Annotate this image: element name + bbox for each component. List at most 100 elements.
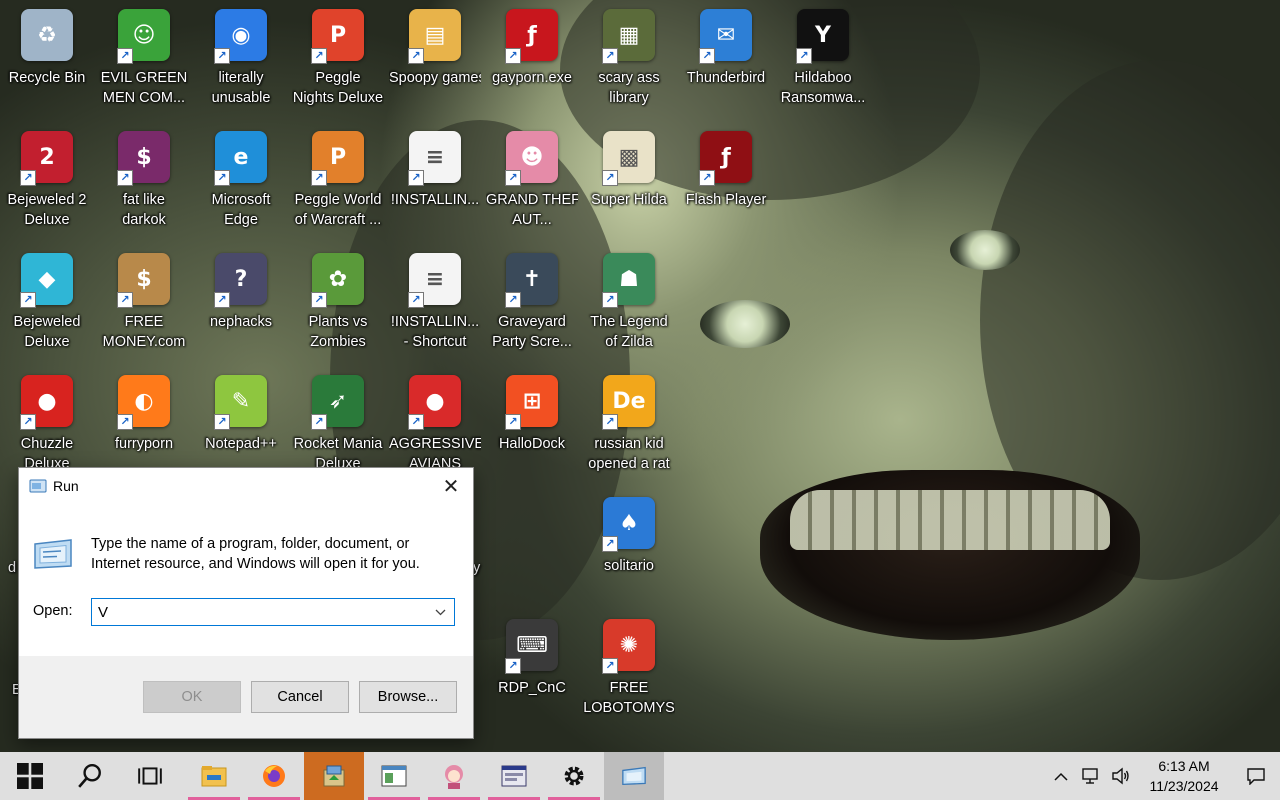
ok-button[interactable]: OK: [143, 681, 241, 713]
recycle-bin-icon: ♻: [18, 6, 76, 64]
peggle-wow-icon: P ↗: [309, 128, 367, 186]
desktop-icon-label: The Legend of Zilda: [590, 314, 668, 350]
desktop-icon-label: Super Hilda: [591, 192, 667, 208]
edge-icon: e ↗: [212, 128, 270, 186]
shortcut-arrow-icon: ↗: [117, 292, 133, 308]
desktop-icon[interactable]: ◆ ↗ Bejeweled Deluxe: [4, 244, 90, 356]
desktop-icon[interactable]: ◐ ↗ furryporn: [101, 366, 187, 478]
desktop-icon[interactable]: $ ↗ fat like darkok: [101, 122, 187, 234]
taskbar-anime-app[interactable]: [424, 752, 484, 800]
desktop-icon[interactable]: ✎ ↗ Notepad++: [198, 366, 284, 478]
desktop-icon[interactable]: ☻↗ GRAND THEFT AUT...: [486, 122, 578, 234]
desktop-icon[interactable]: ♻ Recycle Bin: [4, 0, 90, 112]
network-icon[interactable]: [1076, 752, 1106, 800]
desktop-icon[interactable]: P ↗ Peggle World of Warcraft ...: [295, 122, 381, 234]
open-combobox[interactable]: [91, 598, 455, 626]
start-button[interactable]: [0, 752, 60, 800]
desktop-icon[interactable]: 2 ↗ Bejeweled 2 Deluxe: [4, 122, 90, 234]
search-button[interactable]: [60, 752, 120, 800]
desktop-icon[interactable]: ● ↗ Chuzzle Deluxe: [4, 366, 90, 478]
run-dialog-description: Type the name of a program, folder, docu…: [91, 536, 420, 572]
program-window-icon: [501, 765, 527, 787]
shortcut-arrow-icon: ↗: [602, 414, 618, 430]
windows-start-icon: [17, 763, 43, 789]
desktop-icon-label: solitario: [604, 558, 654, 574]
taskbar-firefox[interactable]: [244, 752, 304, 800]
open-label: Open:: [33, 603, 73, 619]
taskbar-window-app[interactable]: [364, 752, 424, 800]
task-view-button[interactable]: [120, 752, 180, 800]
desktop-icon-label: FREE LOBOTOMYS: [583, 680, 675, 716]
desktop-icon[interactable]: P ↗ Peggle Nights Deluxe: [293, 0, 383, 112]
desktop-icon[interactable]: ✝ ↗ Graveyard Party Scre...: [489, 244, 575, 356]
open-input[interactable]: [92, 599, 427, 625]
green-men-icon: ☺ ↗: [115, 6, 173, 64]
desktop-icon[interactable]: ☺ ↗ EVIL GREEN MEN COM...: [101, 0, 187, 112]
desktop-icon[interactable]: ƒ ↗ gayporn.exe: [489, 0, 575, 112]
run-dialog-titlebar[interactable]: Run ✕: [19, 468, 473, 504]
shortcut-arrow-icon: ↗: [408, 414, 424, 430]
desktop-icon[interactable]: ✺ ↗ FREE LOBOTOMYS: [583, 610, 675, 722]
desktop-icon[interactable]: ☗ ↗ The Legend of Zilda: [586, 244, 672, 356]
rdp-icon: ⌨ ↗: [503, 616, 561, 674]
desktop-icon-label: Recycle Bin: [8, 70, 86, 86]
desktop-icon[interactable]: e ↗ Microsoft Edge: [198, 122, 284, 234]
anime-girl-icon: ☻ ↗: [503, 128, 561, 186]
desktop-icon[interactable]: ≡ ↗ !INSTALLIN... - Shortcut: [391, 244, 479, 356]
chevron-up-icon[interactable]: [1046, 752, 1076, 800]
clock-date: 11/23/2024: [1149, 778, 1219, 794]
desktop-icon[interactable]: ✿ ↗ Plants vs Zombies: [295, 244, 381, 356]
taskbar-program-window[interactable]: [484, 752, 544, 800]
desktop-icon[interactable]: ✉ ↗ Thunderbird: [683, 0, 769, 112]
close-icon[interactable]: ✕: [429, 468, 473, 504]
taskbar-settings[interactable]: [544, 752, 604, 800]
desktop-icon[interactable]: ⊞ ↗ HalloDock: [489, 366, 575, 478]
notepadpp-icon: ✎ ↗: [212, 372, 270, 430]
run-dialog[interactable]: Run ✕ Type the name of a program, folder…: [18, 467, 474, 739]
cancel-button[interactable]: Cancel: [251, 681, 349, 713]
desktop-icon[interactable]: ⌨ ↗ RDP_CnC: [489, 610, 575, 722]
volume-icon[interactable]: [1106, 752, 1136, 800]
shortcut-arrow-icon: ↗: [602, 48, 618, 64]
shortcut-arrow-icon: ↗: [602, 536, 618, 552]
desktop-icon-label: Hildaboo Ransomwa...: [780, 70, 866, 106]
text-file-icon: ≡ ↗: [406, 128, 464, 186]
system-tray: 6:13 AM 11/23/2024: [1046, 752, 1280, 800]
clock-time: 6:13 AM: [1158, 758, 1210, 774]
anime-girl-icon: [445, 765, 463, 789]
desktop-icon-label: Peggle World of Warcraft ...: [294, 192, 382, 228]
folder-icon: ▤ ↗: [406, 6, 464, 64]
shortcut-arrow-icon: ↗: [117, 414, 133, 430]
desktop-icon[interactable]: ▦ ↗ scary ass library: [586, 0, 672, 112]
gem-icon: ◆ ↗: [18, 250, 76, 308]
shortcut-arrow-icon: ↗: [505, 48, 521, 64]
desktop-icon[interactable]: ▤↗ Spoopy games: [389, 0, 481, 112]
run-program-icon: [34, 539, 72, 569]
taskbar-run[interactable]: [604, 752, 664, 800]
yashma-icon: Y ↗: [794, 6, 852, 64]
desktop-icon[interactable]: $ ↗ FREE MONEY.com: [101, 244, 187, 356]
desktop-icon[interactable]: ≡ ↗ !INSTALLIN...: [391, 122, 479, 234]
run-icon: [622, 766, 646, 786]
desktop-icon[interactable]: ? ↗ nephacks: [198, 244, 284, 356]
desktop-icon[interactable]: ♠ ↗ solitario: [586, 488, 672, 600]
desktop-icon-label: Bejeweled 2 Deluxe: [7, 192, 87, 228]
browse-button[interactable]: Browse...: [359, 681, 457, 713]
chevron-down-icon[interactable]: [426, 599, 454, 625]
shortcut-arrow-icon: ↗: [505, 170, 521, 186]
shortcut-arrow-icon: ↗: [699, 170, 715, 186]
taskbar-installer[interactable]: [304, 752, 364, 800]
desktop-icon[interactable]: ƒ ↗ Flash Player: [683, 122, 769, 234]
flash-player-icon: ƒ ↗: [697, 128, 755, 186]
run-dialog-body: Type the name of a program, folder, docu…: [19, 504, 473, 656]
taskbar-file-explorer[interactable]: [184, 752, 244, 800]
clock[interactable]: 6:13 AM 11/23/2024: [1136, 756, 1232, 796]
desktop-icon[interactable]: ● ↗ AGGRESSIVE AVIANS: [389, 366, 481, 478]
desktop-icon[interactable]: ➶ ↗ Rocket Mania Deluxe: [294, 366, 382, 478]
notifications-icon[interactable]: [1232, 752, 1280, 800]
desktop-icon[interactable]: De ↗ russian kid opened a rat: [586, 366, 672, 478]
desktop-icon[interactable]: ▩ ↗ Super Hilda: [586, 122, 672, 234]
desktop-icon[interactable]: ◉ ↗ literally unusable: [198, 0, 284, 112]
settings-gear-icon: [564, 766, 584, 786]
desktop-icon[interactable]: Y ↗ Hildaboo Ransomwa...: [780, 0, 866, 112]
